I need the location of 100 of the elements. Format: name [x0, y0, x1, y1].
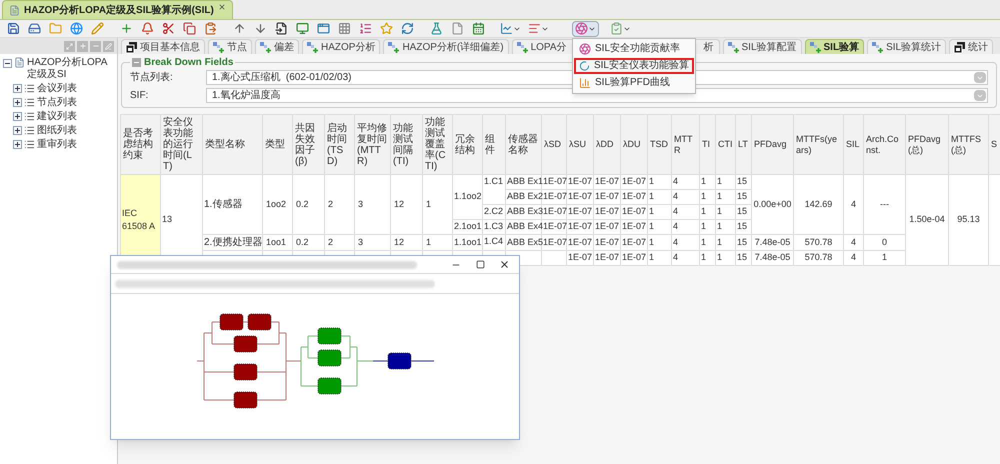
table-cell: 1E-07 — [542, 220, 566, 234]
table-cell: 1 — [648, 234, 672, 250]
column-header: 传感器名称 — [506, 114, 542, 174]
table-cell: 1E-07 — [566, 204, 594, 220]
table-cell: 2.1oo1 — [452, 220, 482, 234]
column-header: 是否考虑结构约束 — [120, 114, 160, 174]
table-cell: 1E-07 — [566, 174, 594, 190]
table-cell: --- — [864, 174, 906, 234]
table-cell: 1 — [422, 234, 452, 250]
table-cell: 4 — [672, 220, 700, 234]
table-cell: 1E-07 — [594, 234, 620, 250]
column-header: TI — [700, 114, 716, 174]
table-cell: 0.2 — [292, 234, 324, 250]
table-cell: 4 — [672, 204, 700, 220]
table-cell: 0.2 — [292, 174, 324, 234]
fieldset-legend: Break Down Fields — [144, 55, 234, 70]
table-cell: 4 — [672, 190, 700, 204]
column-header: S — [988, 114, 1000, 174]
table-cell: 1E-07 — [620, 220, 648, 234]
column-header: 类型名称 — [202, 114, 262, 174]
table-cell: 1.C3 — [482, 220, 506, 234]
table-cell: 7.48e-05 — [752, 250, 794, 266]
field-label: SIF: — [130, 89, 150, 103]
table-cell: 142.69 — [794, 174, 844, 234]
table-cell: 2 — [324, 174, 354, 234]
column-header: 安全仪表功能的运行时间(LT) — [160, 114, 202, 174]
table-cell: ABB Ex3 — [506, 204, 542, 220]
column-header: λDD — [594, 114, 620, 174]
table-cell: 1E-07 — [566, 250, 594, 266]
table-cell: ABB Ex1 — [506, 174, 542, 190]
table-cell: 1.1oo2 — [452, 174, 482, 220]
table-cell: ABB Ex5 — [506, 234, 542, 250]
column-header: λDU — [620, 114, 648, 174]
table-cell: 1E-07 — [542, 174, 566, 190]
table-cell: 1 — [700, 220, 716, 234]
table-cell: 1.C1 — [482, 174, 506, 204]
column-header: 类型 — [262, 114, 292, 174]
column-header: λSD — [542, 114, 566, 174]
table-cell: 1 — [716, 234, 736, 250]
table-cell: 1E-07 — [566, 234, 594, 250]
table-cell: 15 — [736, 204, 752, 220]
table-cell: 4 — [672, 174, 700, 190]
table-cell: 1E-07 — [620, 174, 648, 190]
column-header: MTTR — [672, 114, 700, 174]
table-cell: 2.C2 — [482, 204, 506, 220]
table-cell: 1E-07 — [542, 204, 566, 220]
table-cell: 1 — [422, 174, 452, 234]
table-cell: 15 — [736, 220, 752, 234]
table-cell: 1 — [716, 174, 736, 190]
table-cell: 4 — [672, 250, 700, 266]
table-cell: 1 — [648, 220, 672, 234]
table-cell: 1E-07 — [542, 190, 566, 204]
column-header: λSU — [566, 114, 594, 174]
table-cell: 570.78 — [794, 250, 844, 266]
field-label: 节点列表: — [130, 70, 174, 85]
column-header: MTTFS(总) — [948, 114, 988, 174]
table-cell: 1 — [700, 174, 716, 190]
table-cell: 1.C4 — [482, 234, 506, 250]
table-cell: 15 — [736, 190, 752, 204]
table-cell: ABB Ex4 — [506, 220, 542, 234]
table-cell: 1oo1 — [262, 234, 292, 250]
column-header: Arch.Const. — [864, 114, 906, 174]
table-cell: 1E-07 — [620, 190, 648, 204]
column-header: SIL — [844, 114, 864, 174]
table-cell: 3 — [354, 234, 390, 250]
column-header: 组件 — [482, 114, 506, 174]
table-cell: 1 — [648, 250, 672, 266]
table-cell: 2 — [324, 234, 354, 250]
column-header: CTI — [716, 114, 736, 174]
column-header: 共因失效因子(β) — [292, 114, 324, 174]
table-cell: 4 — [844, 234, 864, 250]
table-cell: 1E-07 — [594, 190, 620, 204]
table-cell: 1E-07 — [594, 174, 620, 190]
table-cell: 95.13 — [948, 174, 988, 266]
table-cell: 1 — [864, 250, 906, 266]
table-cell: 1.1oo1 — [452, 234, 482, 250]
table-cell: 570.78 — [794, 234, 844, 250]
table-cell: 7.48e-05 — [752, 234, 794, 250]
column-header: 功能测试间隔(TI) — [390, 114, 422, 174]
table-cell: 1.传感器 — [202, 174, 262, 234]
column-header: TSD — [648, 114, 672, 174]
table-cell: 4 — [672, 234, 700, 250]
table-cell: 2.便携处理器 — [202, 234, 262, 250]
table-cell: 0.00e+00 — [752, 174, 794, 234]
table-cell: 1 — [700, 204, 716, 220]
table-cell: 1 — [716, 190, 736, 204]
table-cell: 1E-07 — [594, 250, 620, 266]
table-cell: 4 — [844, 174, 864, 234]
table-cell: 1 — [716, 250, 736, 266]
table-cell: 1 — [648, 190, 672, 204]
table-cell: 1E-07 — [594, 220, 620, 234]
table-cell: 1 — [716, 204, 736, 220]
column-header: 冗余结构 — [452, 114, 482, 174]
table-cell: 12 — [390, 174, 422, 234]
table-cell: 1 — [648, 204, 672, 220]
table-cell: 1E-07 — [566, 220, 594, 234]
table-cell: 1E-07 — [542, 234, 566, 250]
table-cell: 4 — [844, 250, 864, 266]
table-cell: 1 — [700, 234, 716, 250]
table-cell: 1E-07 — [620, 204, 648, 220]
